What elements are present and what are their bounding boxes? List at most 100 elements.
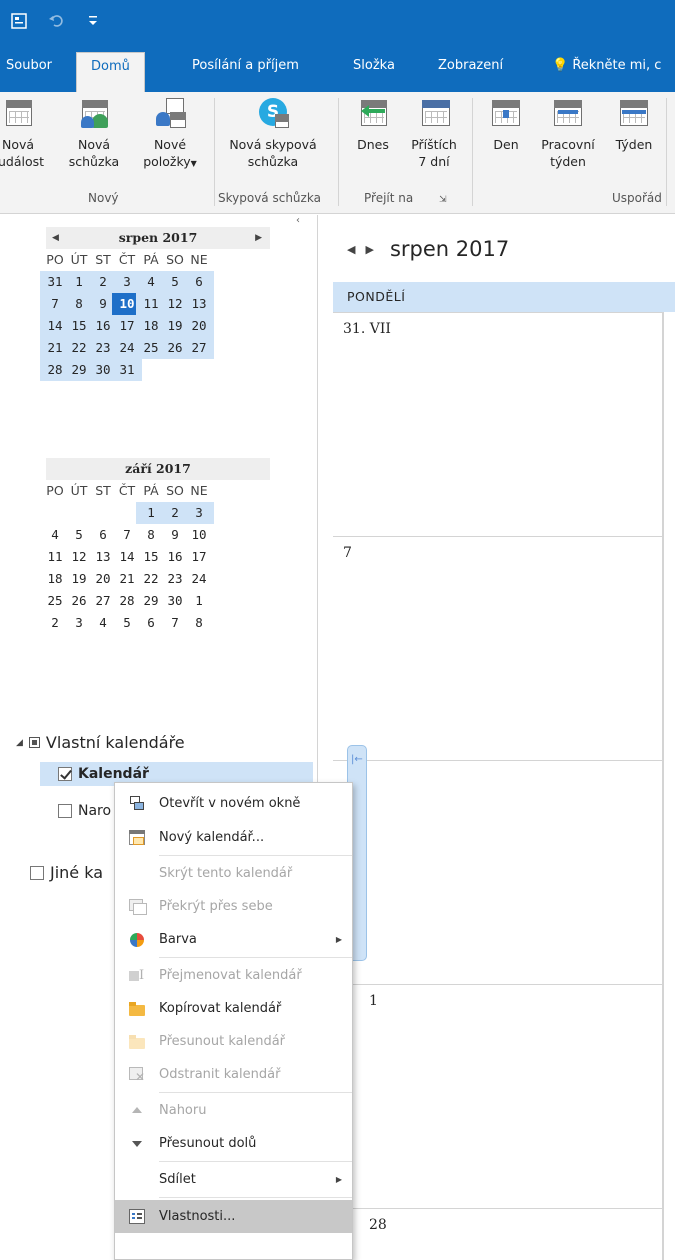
mini-calendar-header: září 2017	[46, 458, 270, 480]
week-cell[interactable]: 7	[333, 536, 663, 760]
birthdays-checkbox[interactable]	[58, 804, 72, 818]
dropdown-caret-icon: ▼	[190, 159, 197, 168]
week-cell[interactable]: 31. VII	[333, 312, 663, 536]
menu-item-open-new-window[interactable]: Otevřít v novém okně	[115, 787, 352, 820]
ribbon-separator	[666, 98, 667, 206]
mini-calendar-day[interactable]: 20	[184, 315, 214, 337]
new-items-button[interactable]: Nové položky▼	[134, 98, 206, 172]
move-folder-icon	[129, 1034, 145, 1049]
menu-item-color[interactable]: Barva ▶	[115, 923, 352, 956]
dialog-launcher-icon[interactable]: ⇲	[439, 195, 447, 205]
color-icon	[129, 932, 145, 947]
next-7-days-icon	[418, 98, 450, 130]
customize-toolbar-icon[interactable]	[86, 10, 100, 32]
menu-item-move-up: Nahoru	[115, 1094, 352, 1127]
collapse-pane-icon[interactable]: ‹	[296, 215, 300, 226]
new-event-button[interactable]: Nová událost	[0, 98, 44, 170]
menu-separator	[159, 1197, 352, 1198]
day-view-icon	[490, 98, 522, 130]
mini-calendar-day[interactable]: 27	[184, 337, 214, 359]
own-calendars-group[interactable]: ◢ Vlastní kalendáře	[16, 733, 185, 752]
mini-calendar-week-row: 21 22 23 24 25 26 27	[40, 337, 270, 359]
mini-calendar-header: ◀ srpen 2017 ▶	[46, 227, 270, 249]
mini-calendar-day[interactable]: 17	[184, 546, 214, 568]
submenu-arrow-icon: ▶	[335, 935, 342, 944]
next-column	[663, 312, 675, 1260]
today-icon	[357, 98, 389, 130]
calendar-view: ◀ ▶ srpen 2017 PONDĚLÍ 31. VII 7 1 28 |←	[319, 215, 675, 1260]
next-7-days-button[interactable]: Příštích 7 dní	[406, 98, 462, 170]
mini-calendar-day[interactable]: 13	[184, 293, 214, 315]
next-month-icon[interactable]: ▶	[255, 227, 262, 249]
group-label-arrange: Uspořád	[612, 191, 662, 205]
mini-calendar-day[interactable]: 3	[184, 502, 214, 524]
overlay-icon	[129, 899, 147, 915]
new-meeting-button[interactable]: Nová schůzka	[68, 98, 120, 170]
menu-item-move-down[interactable]: Přesunout dolů	[115, 1127, 352, 1160]
mini-calendar-day[interactable]: 1	[184, 590, 214, 612]
mini-calendar-week-row: 123	[46, 502, 270, 524]
mini-calendar-day	[184, 359, 214, 381]
tab-file[interactable]: Soubor	[6, 58, 52, 73]
mini-calendar-day[interactable]: 8	[184, 612, 214, 634]
ribbon: Nová událost Nová schůzka Nové položky▼ S N…	[0, 92, 675, 214]
menu-item-new-calendar[interactable]: Nový kalendář...	[115, 821, 352, 854]
week-cell[interactable]: 1	[333, 984, 663, 1208]
new-skype-meeting-button[interactable]: S Nová skypová schůzka	[218, 98, 328, 170]
outlook-app-icon[interactable]	[8, 10, 30, 32]
week-cell[interactable]: 28	[333, 1208, 663, 1260]
ribbon-separator	[214, 98, 215, 206]
group-checkbox[interactable]	[28, 737, 40, 748]
menu-item-copy-calendar[interactable]: Kopírovat kalendář	[115, 992, 352, 1025]
mini-calendar-week-row: 4 5 6 7 8 9 10	[46, 524, 270, 546]
work-week-button[interactable]: Pracovní týden	[536, 98, 600, 170]
undo-icon[interactable]	[46, 10, 68, 32]
properties-icon	[129, 1209, 145, 1224]
mini-calendar-week-row: 14 15 16 17 18 19 20	[40, 315, 270, 337]
mini-calendar-week-row: 11 12 13 14 15 16 17	[46, 546, 270, 568]
menu-item-properties[interactable]: Vlastnosti...	[115, 1200, 352, 1233]
mini-calendar-week-row: 28 29 30 31	[40, 359, 270, 381]
day-view-button[interactable]: Den	[486, 98, 526, 153]
expand-triangle-icon[interactable]: ◢	[16, 738, 23, 748]
week-view-icon	[618, 98, 650, 130]
tab-send-receive[interactable]: Posílání a příjem	[192, 58, 299, 73]
tab-view[interactable]: Zobrazení	[438, 58, 503, 73]
title-bar	[0, 0, 675, 46]
mini-calendar-day[interactable]: 6	[184, 271, 214, 293]
weekday-column-header: PONDĚLÍ	[333, 282, 675, 312]
prev-month-icon[interactable]: ◀	[52, 227, 59, 249]
ribbon-separator	[472, 98, 473, 206]
mini-calendar-week-row: 7 8 9 10 11 12 13	[40, 293, 270, 315]
mini-calendar-weeks: 1 2 3 4 5 6 7 8 9 10 11 12 13 14 15 16 17 18 19 20 21 22 23 24 2…	[46, 502, 270, 634]
mini-calendar-weeks: 31 1 2 3 4 5 6 7 8 9 10 11 12 13 14 15 16 17 18 19 20 21 22 23 2…	[40, 271, 270, 381]
calendar-checkbox[interactable]	[58, 767, 72, 781]
calendar-nav-header: ◀ ▶ srpen 2017	[347, 237, 509, 261]
menu-separator	[159, 1092, 352, 1093]
tab-folder[interactable]: Složka	[353, 58, 395, 73]
tell-me-box[interactable]: 💡 Řekněte mi, c	[552, 58, 661, 73]
next-period-icon[interactable]: ▶	[365, 243, 373, 256]
mini-calendar-september: září 2017 PO ÚT ST ČT PÁ SO NE 1 2 3 4 5 6 7 8 9 10 11 12…	[46, 458, 270, 634]
calendar-period-title: srpen 2017	[389, 237, 510, 261]
tab-home[interactable]: Domů	[76, 52, 145, 92]
today-button[interactable]: Dnes	[352, 98, 394, 153]
mini-calendar-day[interactable]: 10	[184, 524, 214, 546]
mini-calendar-week-row: 2345678	[46, 612, 270, 634]
ribbon-tab-bar: Soubor Domů Posílání a příjem Složka Zob…	[0, 46, 675, 92]
week-cell[interactable]	[333, 760, 663, 984]
menu-item-share[interactable]: Sdílet ▶	[115, 1163, 352, 1196]
other-calendars-group[interactable]: Jiné ka	[30, 863, 103, 882]
expand-peek-icon[interactable]: |←	[351, 754, 363, 765]
weekday-header: PO ÚT ST ČT PÁ SO NE	[46, 252, 208, 267]
new-calendar-icon	[129, 830, 145, 845]
week-view-button[interactable]: Týden	[608, 98, 660, 153]
other-calendars-checkbox[interactable]	[30, 865, 44, 880]
open-window-icon	[129, 796, 145, 811]
prev-period-icon[interactable]: ◀	[347, 243, 355, 256]
new-meeting-icon	[78, 98, 110, 130]
mini-calendar-august: ◀ srpen 2017 ▶ PO ÚT ST ČT PÁ SO NE 31 1 2 3 4 5 6 7 8…	[40, 227, 270, 381]
mini-calendar-day[interactable]: 24	[184, 568, 214, 590]
menu-separator	[159, 1161, 352, 1162]
lightbulb-icon: 💡	[552, 58, 569, 73]
